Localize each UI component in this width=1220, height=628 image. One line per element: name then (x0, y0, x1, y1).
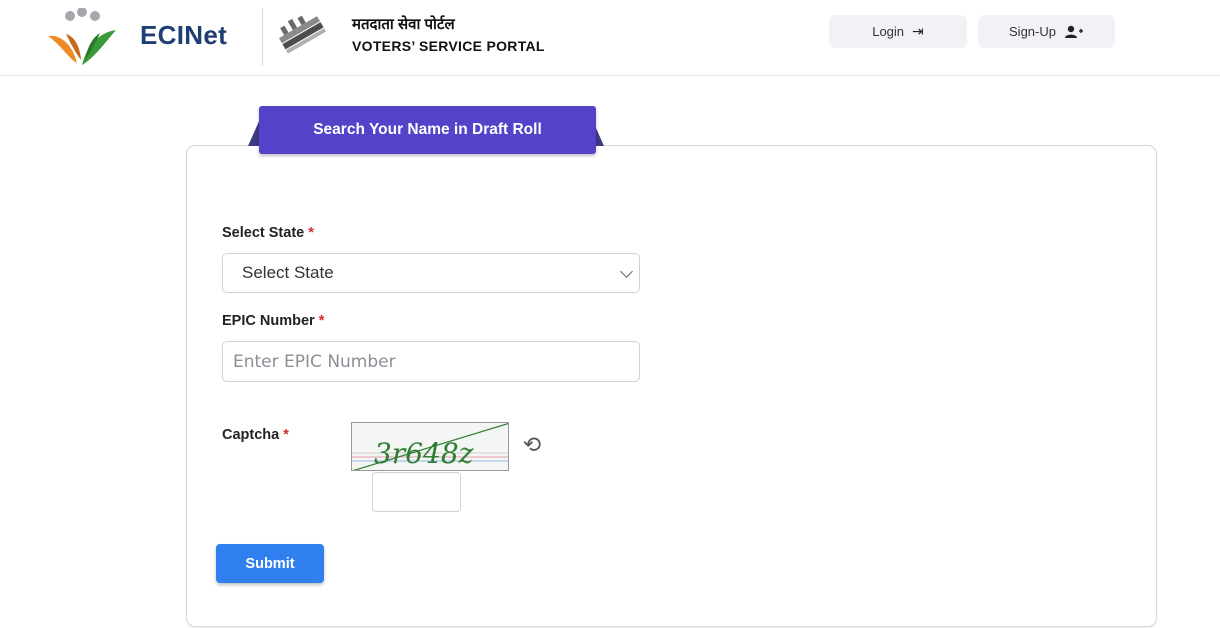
login-button[interactable]: Login ⇥ (829, 15, 967, 48)
captcha-text: 3r648z (374, 437, 474, 470)
login-arrow-icon: ⇥ (912, 23, 924, 39)
search-form-card (186, 145, 1157, 627)
state-label: Select State * (222, 225, 314, 241)
required-mark: * (308, 225, 314, 241)
header-divider (262, 8, 263, 66)
refresh-captcha-icon[interactable]: ⟲ (517, 432, 547, 458)
epic-label-text: EPIC Number (222, 313, 315, 329)
state-label-text: Select State (222, 225, 305, 241)
captcha-label-text: Captcha (222, 427, 280, 443)
captcha-image: 3r648z (351, 422, 509, 471)
brand-name: ECINet (140, 20, 228, 50)
login-label: Login (872, 24, 905, 39)
submit-button[interactable]: Submit (216, 544, 324, 583)
portal-name-hindi: मतदाता सेवा पोर्टल (352, 16, 455, 33)
signup-label: Sign-Up (1009, 24, 1056, 39)
user-plus-icon (1064, 25, 1083, 38)
required-mark: * (283, 427, 289, 443)
site-header: ECINet मतदाता सेवा पोर्टल VOTERS’ SERVIC… (0, 0, 1220, 76)
chevron-down-icon (620, 265, 633, 278)
captcha-input[interactable] (372, 472, 461, 512)
state-select-value: Select State (242, 263, 334, 282)
required-mark: * (318, 313, 325, 329)
epic-label: EPIC Number * (222, 313, 324, 329)
portal-name-english: VOTERS’ SERVICE PORTAL (352, 38, 545, 54)
signup-button[interactable]: Sign-Up (978, 15, 1115, 48)
ecinet-logo-icon (48, 8, 116, 65)
epic-number-input[interactable] (222, 341, 640, 382)
form-tab-title: Search Your Name in Draft Roll (259, 106, 596, 154)
voter-emblem-icon (278, 15, 327, 54)
state-select[interactable]: Select State (222, 253, 640, 293)
captcha-label: Captcha * (222, 427, 289, 443)
